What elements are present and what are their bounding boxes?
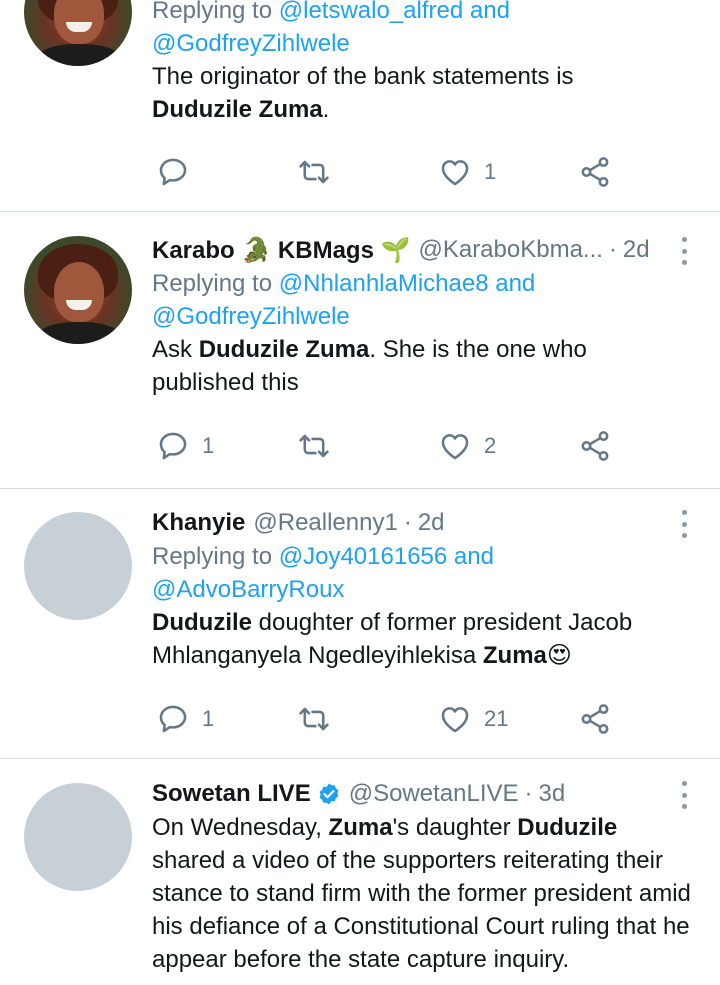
- replying-to: Replying to @Joy40161656 and @AdvoBarryR…: [152, 543, 494, 603]
- retweet-button[interactable]: [297, 152, 331, 192]
- heart-icon: [441, 160, 469, 186]
- mention-link[interactable]: @letswalo_alfred: [279, 0, 463, 24]
- share-button[interactable]: [578, 152, 612, 192]
- share-button[interactable]: [578, 699, 612, 739]
- heart-eyes-emoji: 😍: [546, 642, 572, 669]
- heart-icon: [441, 434, 469, 460]
- like-button[interactable]: 2: [438, 426, 496, 466]
- tweet[interactable]: Khanyie @Reallenny1 · 2d Replying to @Jo…: [0, 489, 720, 759]
- more-vertical-icon[interactable]: [672, 510, 696, 538]
- like-count: 21: [484, 706, 509, 731]
- share-icon: [581, 704, 609, 734]
- reply-icon: [159, 158, 187, 186]
- reply-count: 1: [202, 433, 215, 458]
- avatar[interactable]: [24, 783, 132, 891]
- timestamp[interactable]: 2d: [623, 236, 650, 264]
- retweet-icon: [299, 707, 329, 731]
- user-handle[interactable]: @KaraboKbma...: [418, 236, 602, 264]
- display-name[interactable]: Sowetan LIVE: [152, 780, 311, 808]
- retweet-button[interactable]: [297, 426, 331, 466]
- like-button[interactable]: 21: [438, 699, 508, 739]
- tweet[interactable]: Replying to @letswalo_alfred and @Godfre…: [0, 0, 720, 212]
- timestamp[interactable]: 3d: [539, 780, 566, 808]
- reply-button[interactable]: [156, 152, 190, 192]
- reply-count: 1: [202, 706, 215, 731]
- tweet-header: Karabo 🐊 KBMags 🌱 @KaraboKbma... · 2d: [152, 236, 650, 265]
- retweet-icon: [299, 160, 329, 184]
- retweet-icon: [299, 434, 329, 458]
- tweet-header: Khanyie @Reallenny1 · 2d: [152, 509, 445, 537]
- retweet-button[interactable]: [297, 699, 331, 739]
- mention-link[interactable]: @NhlanhlaMichae8: [279, 270, 489, 297]
- share-icon: [581, 157, 609, 187]
- avatar[interactable]: [24, 0, 132, 66]
- replying-to: Replying to @NhlanhlaMichae8 and @Godfre…: [152, 270, 536, 330]
- timestamp[interactable]: 2d: [418, 509, 445, 537]
- tweet[interactable]: Sowetan LIVE @SowetanLIVE · 3d On Wednes…: [0, 759, 720, 985]
- mention-link[interactable]: @GodfreyZihlwele: [152, 303, 350, 330]
- user-handle[interactable]: @Reallenny1: [253, 509, 397, 537]
- display-name[interactable]: Karabo 🐊 KBMags 🌱: [152, 236, 410, 265]
- like-count: 2: [484, 433, 497, 458]
- avatar[interactable]: [24, 236, 132, 344]
- tweet[interactable]: Karabo 🐊 KBMags 🌱 @KaraboKbma... · 2d Re…: [0, 212, 720, 489]
- tweet-header: Sowetan LIVE @SowetanLIVE · 3d: [152, 780, 566, 808]
- like-button[interactable]: 1: [438, 152, 496, 192]
- share-button[interactable]: [578, 426, 612, 466]
- mention-link[interactable]: @Joy40161656: [279, 543, 448, 570]
- mention-link[interactable]: @GodfreyZihlwele: [152, 30, 350, 57]
- reply-button[interactable]: 1: [156, 426, 214, 466]
- mention-link[interactable]: @AdvoBarryRoux: [152, 576, 344, 603]
- user-handle[interactable]: @SowetanLIVE: [349, 780, 519, 808]
- tweet-text: Duduzile doughter of former president Ja…: [152, 609, 633, 669]
- avatar[interactable]: [24, 512, 132, 620]
- like-count: 1: [484, 159, 497, 184]
- tweet-text: The originator of the bank statements is…: [152, 63, 574, 123]
- heart-icon: [441, 707, 469, 733]
- reply-icon: [159, 705, 187, 733]
- tweet-text: Ask Duduzile Zuma. She is the one who pu…: [152, 336, 587, 396]
- tweet-text: On Wednesday, Zuma's daughter Duduzile s…: [152, 814, 691, 973]
- reply-button[interactable]: 1: [156, 699, 214, 739]
- more-vertical-icon[interactable]: [672, 237, 696, 265]
- more-vertical-icon[interactable]: [672, 781, 696, 809]
- verified-badge-icon: [319, 783, 339, 805]
- display-name[interactable]: Khanyie: [152, 509, 245, 537]
- share-icon: [581, 431, 609, 461]
- reply-icon: [159, 432, 187, 460]
- replying-to: Replying to @letswalo_alfred and @Godfre…: [152, 0, 696, 60]
